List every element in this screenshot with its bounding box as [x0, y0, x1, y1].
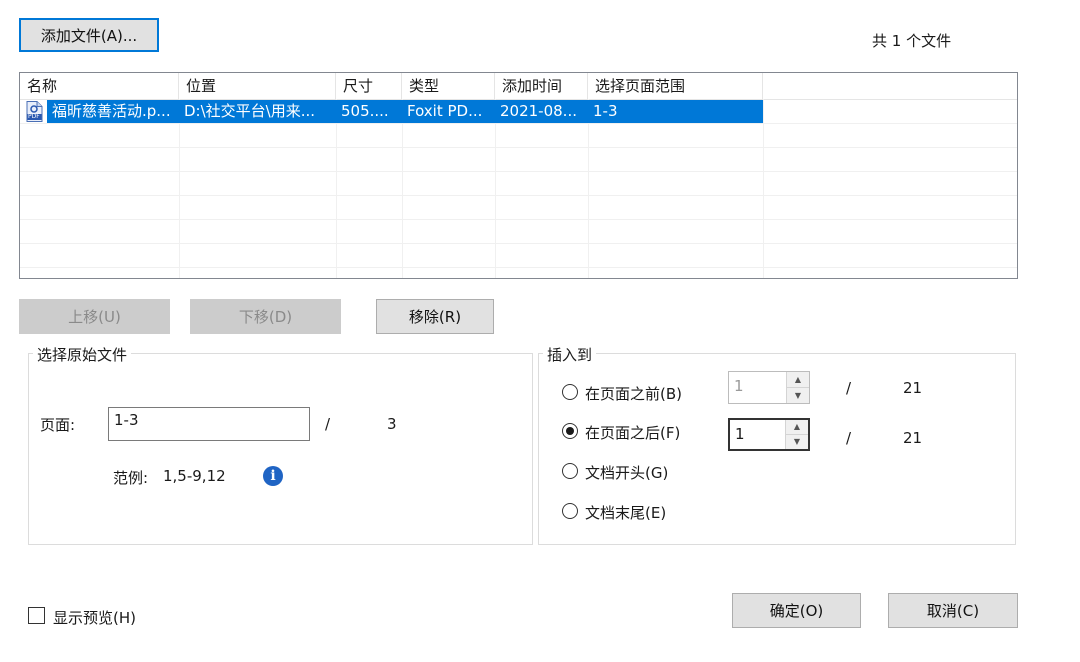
- cell-location: D:\社交平台\用来...: [184, 102, 316, 120]
- before-page-value: 1: [734, 377, 744, 395]
- column-header-name[interactable]: 名称: [20, 73, 179, 99]
- move-down-button[interactable]: 下移(D): [190, 299, 341, 334]
- move-up-button[interactable]: 上移(U): [19, 299, 170, 334]
- example-value: 1,5-9,12: [163, 467, 226, 485]
- column-header-size[interactable]: 尺寸: [336, 73, 402, 99]
- cell-name: 福昕慈善活动.p...: [52, 102, 171, 120]
- source-total-pages: 3: [387, 415, 397, 433]
- page-range-value: 1-3: [114, 411, 139, 429]
- radio-document-end[interactable]: [562, 503, 578, 519]
- page-slash: /: [325, 415, 331, 433]
- column-header-added-time[interactable]: 添加时间: [495, 73, 588, 99]
- cancel-button[interactable]: 取消(C): [888, 593, 1018, 628]
- after-total-pages: 21: [903, 429, 923, 447]
- stepper-down-icon[interactable]: ▼: [787, 388, 809, 404]
- column-header-page-range[interactable]: 选择页面范围: [588, 73, 763, 99]
- add-file-button[interactable]: 添加文件(A)...: [19, 18, 159, 52]
- before-page-stepper[interactable]: 1 ▲ ▼: [728, 371, 810, 404]
- before-total-pages: 21: [903, 379, 923, 397]
- pdf-file-icon: PDF: [26, 101, 43, 122]
- radio-document-start[interactable]: [562, 463, 578, 479]
- show-preview-checkbox[interactable]: [28, 607, 45, 624]
- pdf-icon-text: PDF: [28, 113, 40, 120]
- radio-before-page[interactable]: [562, 384, 578, 400]
- before-slash: /: [846, 379, 852, 397]
- stepper-down-icon[interactable]: ▼: [786, 435, 808, 450]
- page-label: 页面:: [40, 416, 76, 434]
- stepper-up-icon[interactable]: ▲: [787, 372, 809, 388]
- stepper-up-icon[interactable]: ▲: [786, 420, 808, 435]
- after-page-value: 1: [735, 425, 745, 443]
- document-end-label[interactable]: 文档末尾(E): [585, 502, 666, 523]
- ok-button[interactable]: 确定(O): [732, 593, 861, 628]
- example-label: 范例:: [113, 469, 149, 487]
- page-range-input[interactable]: 1-3: [108, 407, 310, 441]
- insert-group-title: 插入到: [543, 344, 597, 365]
- cell-added-time: 2021-08...: [500, 102, 577, 120]
- cell-size: 505....: [341, 102, 389, 120]
- cell-page-range: 1-3: [593, 102, 618, 120]
- after-page-label[interactable]: 在页面之后(F): [585, 422, 680, 443]
- show-preview-label[interactable]: 显示预览(H): [53, 607, 136, 628]
- source-file-group: [28, 353, 533, 545]
- file-table[interactable]: 名称 位置 尺寸 类型 添加时间 选择页面范围 PDF 福昕慈善活动.p... …: [19, 72, 1018, 279]
- after-page-stepper[interactable]: 1 ▲ ▼: [728, 418, 810, 451]
- source-group-title: 选择原始文件: [33, 344, 132, 365]
- remove-button[interactable]: 移除(R): [376, 299, 494, 334]
- column-header-location[interactable]: 位置: [179, 73, 336, 99]
- file-count-label: 共 1 个文件: [872, 32, 952, 50]
- radio-after-page[interactable]: [562, 423, 578, 439]
- cell-type: Foxit PD...: [407, 102, 483, 120]
- column-header-type[interactable]: 类型: [402, 73, 495, 99]
- table-row[interactable]: PDF 福昕慈善活动.p... D:\社交平台\用来... 505.... Fo…: [20, 100, 763, 123]
- after-slash: /: [846, 429, 852, 447]
- before-page-label[interactable]: 在页面之前(B): [585, 383, 682, 404]
- info-icon[interactable]: i: [263, 466, 283, 486]
- document-start-label[interactable]: 文档开头(G): [585, 462, 668, 483]
